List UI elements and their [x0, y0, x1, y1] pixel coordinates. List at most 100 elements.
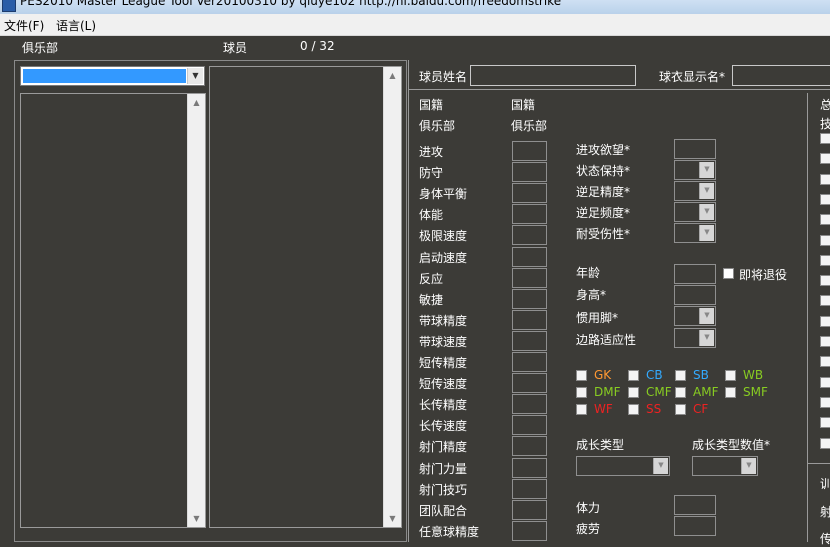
- attribute-input[interactable]: [512, 415, 547, 436]
- skill-checkbox[interactable]: [820, 275, 830, 287]
- scroll-up-icon[interactable]: ▲: [384, 67, 401, 84]
- attribute-input[interactable]: [512, 162, 547, 183]
- growth-type-select[interactable]: ▼: [576, 456, 670, 476]
- attribute-input[interactable]: [512, 352, 547, 372]
- player-name-label: 球员姓名: [419, 70, 468, 84]
- position-label: SS: [646, 402, 662, 416]
- skill-checkbox[interactable]: [820, 234, 830, 246]
- position-checkbox[interactable]: [675, 404, 686, 415]
- chevron-down-icon[interactable]: ▼: [187, 68, 203, 84]
- special-input[interactable]: [674, 139, 716, 159]
- skill-checkbox[interactable]: [820, 417, 830, 429]
- foot-label: 惯用脚*: [576, 311, 619, 325]
- chevron-down-icon[interactable]: ▼: [699, 162, 714, 179]
- skill-checkbox[interactable]: [820, 315, 830, 327]
- club-list-scrollbar[interactable]: ▲ ▼: [187, 94, 205, 527]
- attribute-input[interactable]: [512, 141, 547, 161]
- attribute-input[interactable]: [512, 267, 547, 288]
- position-checkbox[interactable]: [576, 387, 587, 398]
- position-checkbox[interactable]: [628, 387, 639, 398]
- position-checkbox[interactable]: [576, 404, 587, 415]
- scroll-down-icon[interactable]: ▼: [384, 510, 401, 527]
- attribute-label: 敏捷: [419, 292, 444, 307]
- special-select[interactable]: ▼: [674, 202, 716, 223]
- position-checkbox[interactable]: [675, 387, 686, 398]
- fatigue-label: 疲劳: [576, 522, 601, 536]
- scroll-up-icon[interactable]: ▲: [188, 94, 205, 111]
- growth-value-select[interactable]: ▼: [692, 456, 758, 476]
- scroll-down-icon[interactable]: ▼: [188, 510, 205, 527]
- nationality-value: 国籍: [511, 98, 536, 112]
- stamina-input[interactable]: [674, 495, 716, 515]
- skill-checkbox[interactable]: [820, 356, 830, 368]
- menu-file[interactable]: 文件(F): [4, 17, 44, 34]
- club-list[interactable]: ▲ ▼: [20, 93, 206, 528]
- attribute-input[interactable]: [512, 373, 547, 394]
- attribute-input[interactable]: [512, 288, 547, 309]
- skill-checkbox[interactable]: [820, 376, 830, 388]
- chevron-down-icon[interactable]: ▼: [699, 308, 714, 324]
- chevron-down-icon[interactable]: ▼: [741, 458, 756, 474]
- retire-label: 即将退役: [739, 268, 788, 282]
- chevron-down-icon[interactable]: ▼: [699, 183, 714, 200]
- chevron-down-icon[interactable]: ▼: [653, 458, 668, 474]
- jersey-name-input[interactable]: [732, 65, 830, 86]
- retire-checkbox[interactable]: [723, 268, 734, 279]
- attribute-input[interactable]: [512, 499, 547, 520]
- attribute-input[interactable]: [512, 204, 547, 225]
- position-checkbox[interactable]: [675, 370, 686, 381]
- chevron-down-icon[interactable]: ▼: [699, 330, 714, 346]
- player-name-input[interactable]: [470, 65, 636, 86]
- attribute-input[interactable]: [512, 183, 547, 204]
- position-checkbox[interactable]: [725, 387, 736, 398]
- player-list-scrollbar[interactable]: ▲ ▼: [383, 67, 401, 527]
- attribute-input[interactable]: [512, 436, 547, 457]
- attribute-input[interactable]: [512, 478, 547, 499]
- attribute-input[interactable]: [512, 246, 547, 267]
- skill-checkbox[interactable]: [820, 153, 830, 165]
- position-checkbox[interactable]: [576, 370, 587, 381]
- header-divider: [409, 89, 830, 90]
- right-panel-char-3: 训: [820, 477, 830, 491]
- skill-checkbox[interactable]: [820, 133, 830, 144]
- foot-select[interactable]: ▼: [674, 306, 716, 326]
- skill-checkbox[interactable]: [820, 254, 830, 266]
- position-checkbox[interactable]: [628, 370, 639, 381]
- special-select[interactable]: ▼: [674, 223, 716, 244]
- attribute-input[interactable]: [512, 225, 547, 246]
- height-input[interactable]: [674, 285, 716, 305]
- skill-checkbox[interactable]: [820, 214, 830, 226]
- right-panel-char-5: 传: [820, 532, 830, 546]
- attribute-input[interactable]: [512, 457, 547, 478]
- right-panel-char-1: 总: [820, 98, 830, 112]
- skill-checkbox[interactable]: [820, 193, 830, 205]
- club-select[interactable]: ▼: [20, 66, 205, 86]
- position-checkbox[interactable]: [725, 370, 736, 381]
- age-input[interactable]: [674, 264, 716, 284]
- attribute-label: 短传速度: [419, 377, 468, 392]
- attribute-input[interactable]: [512, 309, 547, 330]
- chevron-down-icon[interactable]: ▼: [699, 204, 714, 221]
- skill-checkbox[interactable]: [820, 336, 830, 347]
- menu-language[interactable]: 语言(L): [56, 17, 96, 34]
- attribute-label: 射门技巧: [419, 482, 468, 497]
- main-divider: [408, 60, 409, 542]
- position-checkbox[interactable]: [628, 404, 639, 415]
- skill-checkbox[interactable]: [820, 396, 830, 408]
- attribute-input[interactable]: [512, 330, 547, 351]
- skill-checkbox[interactable]: [820, 437, 830, 449]
- attribute-label: 防守: [419, 166, 444, 181]
- skill-checkbox[interactable]: [820, 295, 830, 307]
- right-panel-char-2: 技: [820, 117, 830, 131]
- position-label: CF: [693, 402, 709, 416]
- special-select[interactable]: ▼: [674, 160, 716, 181]
- club-value: 俱乐部: [511, 119, 548, 133]
- fatigue-input[interactable]: [674, 516, 716, 536]
- player-list[interactable]: ▲ ▼: [209, 66, 402, 528]
- chevron-down-icon[interactable]: ▼: [699, 225, 714, 242]
- special-select[interactable]: ▼: [674, 181, 716, 202]
- side-select[interactable]: ▼: [674, 328, 716, 348]
- attribute-input[interactable]: [512, 520, 547, 541]
- attribute-input[interactable]: [512, 394, 547, 415]
- skill-checkbox[interactable]: [820, 173, 830, 185]
